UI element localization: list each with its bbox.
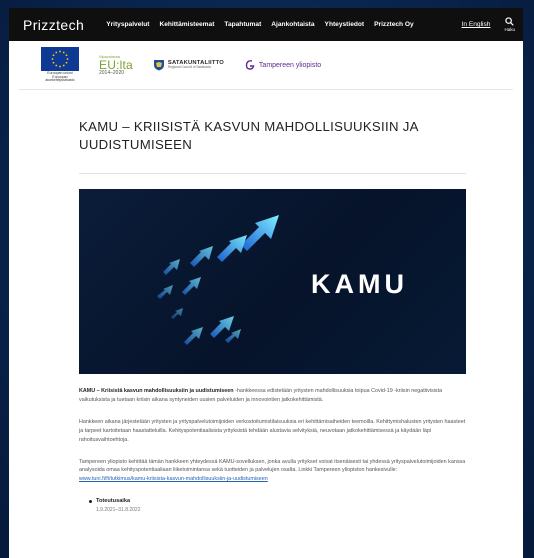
eu-star-icon [62,64,65,67]
eu-star-icon [62,51,65,54]
kamu-logo: KAMU [311,268,408,299]
eu-star-icon [51,57,54,60]
eu-logo: Euroopan unioni Euroopan aluekehitysraha… [41,46,79,84]
satakuntaliitto-logo: SATAKUNTALIITTO Regional Council of Sata… [153,59,224,71]
satakuntaliitto-sub: Regional Council of Satakunta [167,65,211,70]
eu-star-icon [65,61,68,64]
eu-star-icon [59,65,61,68]
search-label: Haku [504,27,515,32]
menu-item-prizztech-oy[interactable]: Prizztech Oy [374,21,414,28]
intro-bold-text: KAMU – Kriisistä kasvun mahdollisuuksiin… [79,387,234,394]
menu-item-ajankohtaista[interactable]: Ajankohtaista [271,21,314,28]
tuni-name: Tampereen yliopisto [258,61,322,69]
page-title: KAMU – KRIISISTÄ KASVUN MAHDOLLISUUKSIIN… [79,119,419,153]
article-content: KAMU – KRIISISTÄ KASVUN MAHDOLLISUUKSIIN… [9,118,523,513]
page-card: Prizztech Yrityspalvelut Kehittämisteema… [9,8,523,558]
euita-logo: Vipuvoimaa EU:lta 2014–2020 [99,54,133,76]
eu-star-icon [55,51,58,54]
search-button[interactable]: Haku [504,17,515,32]
search-icon [505,17,514,26]
language-link[interactable]: In English [462,21,491,28]
tampere-university-logo: Tampereen yliopisto [244,59,321,71]
fact-label: Toteutusaika [96,498,131,505]
university-text: Tampereen yliopisto kehittää tämän hankk… [79,458,466,474]
project-facts: Toteutusaika 1.9.2021–31.8.2022 [89,498,466,513]
partner-logos: Euroopan unioni Euroopan aluekehitysraha… [19,41,513,90]
menu-item-yhteystiedot[interactable]: Yhteystiedot [325,21,365,28]
eu-star-icon [65,54,68,56]
eu-star-icon [52,54,55,56]
coat-of-arms-icon [153,60,164,71]
euita-years-text: 2014–2020 [99,69,125,76]
hero-image: KAMU [79,188,466,374]
eu-caption-sub: Euroopan aluekehitysrahasto [45,74,75,83]
title-divider [79,172,466,174]
eu-star-icon [59,50,61,53]
euita-main-text: EU:lta [99,57,133,72]
brand-logo[interactable]: Prizztech [23,17,84,33]
fact-item: Toteutusaika [89,498,466,504]
eu-star-icon [55,64,58,67]
fact-value: 1.9.2021–31.8.2022 [96,507,141,514]
university-paragraph: Tampereen yliopisto kehittää tämän hankk… [79,458,466,485]
description-paragraph: Hankkeen aikana järjestetään yritysten j… [79,418,466,443]
menu-item-yrityspalvelut[interactable]: Yrityspalvelut [106,21,149,28]
tuni-symbol-icon [245,60,255,70]
intro-paragraph: KAMU – Kriisistä kasvun mahdollisuuksiin… [79,387,466,405]
eu-flag-icon [41,46,79,71]
university-project-link[interactable]: www.tuni.fi/fi/tutkimus/kamu-kriisista-k… [79,476,268,482]
main-menu: Yrityspalvelut Kehittämisteemat Tapahtum… [106,21,451,28]
eu-star-icon [52,61,55,64]
menu-item-kehittamisteemat[interactable]: Kehittämisteemat [159,21,214,28]
eu-star-icon [66,57,69,60]
bullet-icon [89,499,92,503]
top-navigation: Prizztech Yrityspalvelut Kehittämisteema… [9,8,523,41]
menu-item-tapahtumat[interactable]: Tapahtumat [224,21,261,28]
